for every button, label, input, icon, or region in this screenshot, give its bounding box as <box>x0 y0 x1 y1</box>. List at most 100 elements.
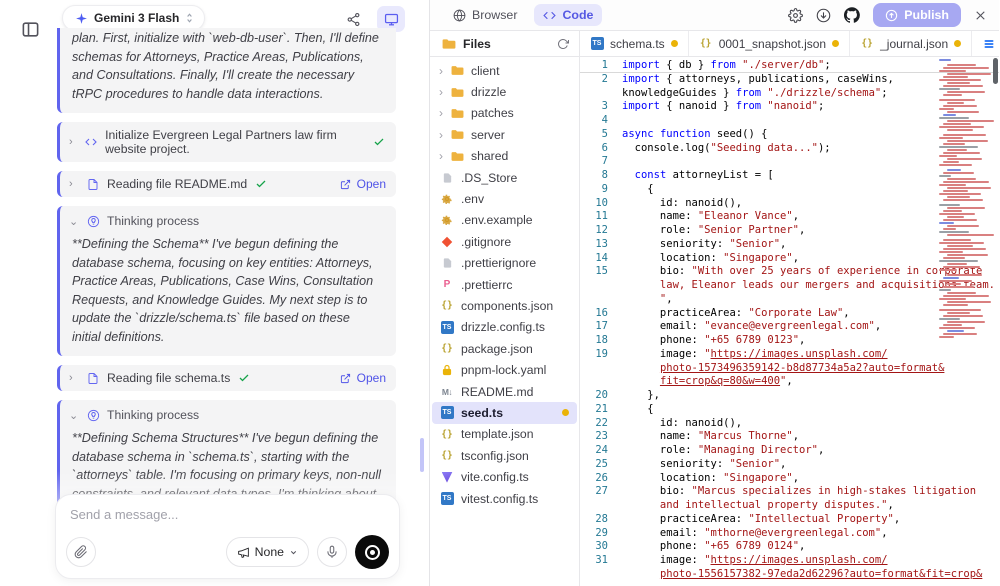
tab-code[interactable]: Code <box>534 4 602 26</box>
line-number: 28 <box>580 513 608 527</box>
editor-tab-label: 0001_snapshot.json <box>719 37 826 51</box>
line-number: 14 <box>580 252 608 266</box>
chevron-down-icon[interactable]: ⌄ <box>69 409 79 422</box>
code-line: law, Eleanor leads our mergers and acqui… <box>580 279 999 293</box>
code-line: 21 { <box>580 403 999 417</box>
download-icon[interactable] <box>816 8 831 23</box>
tree-file-drizzle.config.ts[interactable]: TS drizzle.config.ts <box>430 317 579 338</box>
tree-file-.DS_Store[interactable]: .DS_Store <box>430 167 579 188</box>
minimap[interactable] <box>939 59 991 339</box>
code-line: 8 const attorneyList = [ <box>580 169 999 183</box>
github-icon[interactable] <box>844 7 860 23</box>
message-composer[interactable]: Send a message... None <box>55 494 400 579</box>
tree-folder-drizzle[interactable]: › drizzle <box>430 81 579 102</box>
tree-folder-client[interactable]: › client <box>430 60 579 81</box>
code-content[interactable]: 1import { db } from "./server/db"; 2impo… <box>580 57 999 582</box>
tree-file-vite.config.ts[interactable]: vite.config.ts <box>430 466 579 487</box>
line-number: 17 <box>580 320 608 334</box>
tree-file-components.json[interactable]: {} components.json <box>430 295 579 316</box>
tree-folder-server[interactable]: › server <box>430 124 579 145</box>
modified-dot <box>562 409 569 416</box>
open-file-link[interactable]: Open <box>339 371 386 385</box>
line-number: 3 <box>580 100 608 114</box>
chevron-right-icon[interactable]: › <box>69 178 79 190</box>
record-stop-button[interactable] <box>355 535 389 569</box>
json-icon: {} <box>440 299 454 313</box>
megaphone-icon <box>237 546 250 559</box>
chevron-down-icon[interactable]: ⌄ <box>69 215 79 228</box>
voice-option-select[interactable]: None <box>226 537 309 567</box>
tree-file-pnpm-lock.yaml[interactable]: pnpm-lock.yaml <box>430 359 579 380</box>
workspace-panel: Browser Code <box>430 0 999 586</box>
chat-scrollbar[interactable] <box>420 438 424 472</box>
thinking-header[interactable]: ⌄ Thinking process <box>60 400 396 424</box>
code-line: and intellectual property disputes.", <box>580 499 999 513</box>
publish-button[interactable]: Publish <box>873 3 961 27</box>
editor-tab-_journal.json[interactable]: {}_journal.json <box>850 31 972 56</box>
file-name: .gitignore <box>461 235 511 249</box>
close-icon[interactable] <box>974 9 987 22</box>
line-number: 26 <box>580 472 608 486</box>
code-line: 28 practiceArea: "Intellectual Property"… <box>580 513 999 527</box>
file-name: .prettierrc <box>461 278 512 292</box>
tree-file-.prettierignore[interactable]: .prettierignore <box>430 253 579 274</box>
settings-gear-icon[interactable] <box>788 8 803 23</box>
file-icon <box>86 177 100 191</box>
code-line: 15 bio: "With over 25 years of experienc… <box>580 265 999 279</box>
tree-file-tsconfig.json[interactable]: {} tsconfig.json <box>430 445 579 466</box>
step-label: Initialize Evergreen Legal Partners law … <box>105 128 365 156</box>
file-name: package.json <box>461 342 533 356</box>
tree-folder-patches[interactable]: › patches <box>430 103 579 124</box>
open-file-link[interactable]: Open <box>339 177 386 191</box>
tree-file-README.md[interactable]: M↓ README.md <box>430 381 579 402</box>
editor-tab-0001_snapshot.json[interactable]: {}0001_snapshot.json <box>689 31 850 56</box>
ts-icon: TS <box>440 492 454 506</box>
tool-step[interactable]: › Reading file schema.ts Open <box>57 365 396 391</box>
tree-file-package.json[interactable]: {} package.json <box>430 338 579 359</box>
chevron-right-icon: › <box>439 64 450 78</box>
tree-file-.prettierrc[interactable]: P .prettierrc <box>430 274 579 295</box>
tab-browser[interactable]: Browser <box>444 4 526 26</box>
tree-file-vitest.config.ts[interactable]: TS vitest.config.ts <box>430 488 579 509</box>
message-input[interactable]: Send a message... <box>70 507 387 522</box>
tree-file-.env.example[interactable]: .env.example <box>430 210 579 231</box>
tree-file-.env[interactable]: .env <box>430 188 579 209</box>
line-number: 11 <box>580 210 608 224</box>
md-icon: M↓ <box>440 385 454 399</box>
chevron-right-icon[interactable]: › <box>69 136 77 148</box>
tree-file-template.json[interactable]: {} template.json <box>430 424 579 445</box>
editor-scrollbar[interactable] <box>992 57 999 586</box>
tree-file-.gitignore[interactable]: .gitignore <box>430 231 579 252</box>
tool-step[interactable]: › Reading file README.md Open <box>57 171 396 197</box>
voice-option-value: None <box>255 545 284 559</box>
editor-tab-label: schema.ts <box>610 37 665 51</box>
tree-file-seed.ts[interactable]: TS seed.ts <box>432 402 577 423</box>
chevron-right-icon[interactable]: › <box>69 372 79 384</box>
external-link-icon <box>339 371 353 385</box>
code-step-icon <box>84 135 98 149</box>
line-number: 4 <box>580 114 608 128</box>
line-number: 8 <box>580 169 608 183</box>
app: Gemini 3 Flash plan. First, initialize w… <box>0 0 1000 586</box>
code-line: 29 email: "mthorne@evergreenlegal.com", <box>580 527 999 541</box>
folder-icon <box>450 106 464 120</box>
chevron-right-icon: › <box>439 149 450 163</box>
mic-icon[interactable] <box>317 537 347 567</box>
code-line: 20 }, <box>580 389 999 403</box>
folder-name: drizzle <box>471 85 506 99</box>
code-line: 6 console.log("Seeding data..."); <box>580 142 999 156</box>
code-line: 22 id: nanoid(), <box>580 417 999 431</box>
editor-tab-0001_sticky_carnage...[interactable]: 0001_sticky_carnage... <box>972 31 999 56</box>
thinking-header[interactable]: ⌄ Thinking process <box>60 206 396 230</box>
tree-folder-shared[interactable]: › shared <box>430 146 579 167</box>
tool-step[interactable]: › Initialize Evergreen Legal Partners la… <box>57 122 396 162</box>
thinking-label: Thinking process <box>107 214 199 228</box>
line-number: 1 <box>580 59 608 72</box>
attach-icon[interactable] <box>66 537 96 567</box>
chevron-down-icon <box>289 548 298 557</box>
model-name: Gemini 3 Flash <box>94 11 179 25</box>
chat-panel: Gemini 3 Flash plan. First, initialize w… <box>0 0 430 586</box>
refresh-icon[interactable] <box>557 38 569 50</box>
sidebar-toggle-icon[interactable] <box>20 20 42 40</box>
editor-tab-schema.ts[interactable]: TSschema.ts <box>580 31 689 56</box>
